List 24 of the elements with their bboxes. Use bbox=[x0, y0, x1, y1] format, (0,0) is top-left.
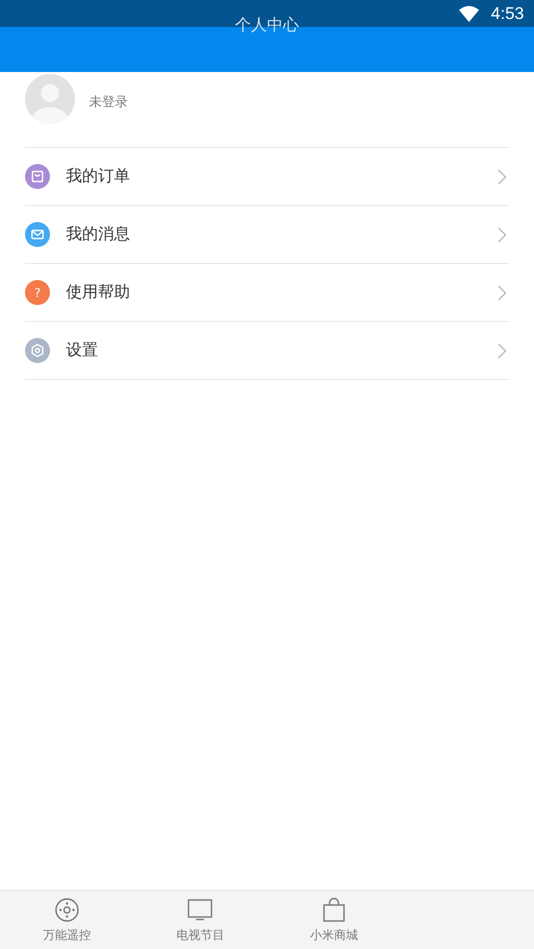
tv-icon bbox=[187, 896, 214, 922]
nav-tab[interactable]: 小米商城 bbox=[267, 891, 400, 949]
remote-icon bbox=[54, 896, 80, 922]
menu-item[interactable]: 我的订单 bbox=[25, 148, 509, 206]
chevron-right-icon bbox=[497, 284, 507, 300]
chevron-right-icon bbox=[497, 342, 507, 358]
wifi-icon bbox=[458, 6, 479, 22]
menu-item[interactable]: 我的消息 bbox=[25, 206, 509, 264]
login-status[interactable]: 未登录 bbox=[89, 93, 128, 111]
menu-item[interactable]: 设置 bbox=[25, 322, 509, 380]
avatar-icon[interactable] bbox=[25, 74, 75, 124]
nav-tab[interactable]: 万能遥控 bbox=[0, 891, 134, 949]
bag-icon bbox=[320, 896, 347, 922]
chevron-right-icon bbox=[497, 226, 507, 242]
nav-tab[interactable]: 电视节目 bbox=[134, 891, 267, 949]
menu-item[interactable]: ? 使用帮助 bbox=[25, 264, 509, 322]
status-time: 4:53 bbox=[490, 4, 524, 24]
menu-label: 我的消息 bbox=[66, 224, 131, 245]
page-title: 个人中心 bbox=[235, 15, 299, 35]
menu-label: 我的订单 bbox=[66, 166, 131, 187]
menu-label: 使用帮助 bbox=[66, 282, 131, 303]
chevron-right-icon bbox=[497, 168, 507, 184]
help-icon: ? bbox=[25, 280, 50, 305]
menu-label: 设置 bbox=[66, 340, 99, 361]
